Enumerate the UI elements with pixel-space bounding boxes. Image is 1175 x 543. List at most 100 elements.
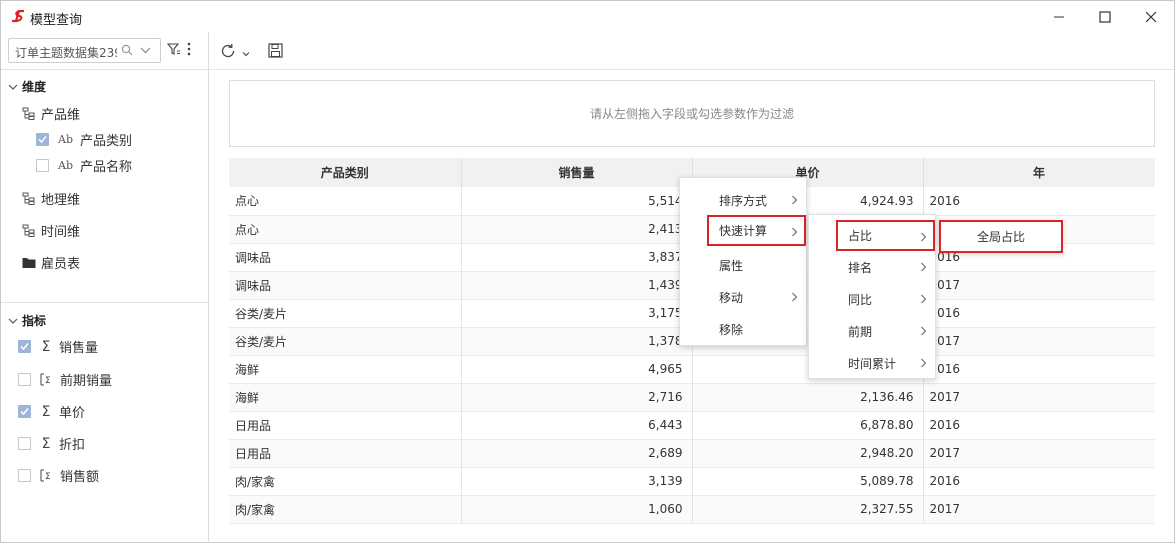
checkbox[interactable] xyxy=(18,437,31,450)
more-options-icon[interactable] xyxy=(187,42,191,59)
checkbox-checked[interactable] xyxy=(18,340,31,353)
table-cell[interactable]: 2017 xyxy=(923,327,1155,356)
menu-item-remove[interactable]: 移除 xyxy=(680,313,806,345)
table-cell[interactable]: 点心 xyxy=(229,187,462,216)
menu-item-quick-calc[interactable]: 快速计算 xyxy=(707,215,806,246)
filter-icon[interactable] xyxy=(166,42,181,59)
table-cell[interactable]: 2017 xyxy=(923,383,1155,412)
table-cell[interactable]: 2,948.20 xyxy=(692,439,924,468)
table-cell[interactable]: 日用品 xyxy=(229,411,462,440)
menu-item-sort[interactable]: 排序方式 xyxy=(680,184,806,216)
measure-item-unit-price[interactable]: Σ 单价 xyxy=(18,402,85,421)
table-row[interactable]: 肉/家禽 3,139 5,089.78 2016 xyxy=(229,467,1155,496)
chevron-right-icon xyxy=(791,226,798,240)
table-cell[interactable]: 调味品 xyxy=(229,243,462,272)
table-row[interactable]: 海鲜 4,965 2016 xyxy=(229,355,1155,384)
measure-item-prev-qty[interactable]: Σ 前期销量 xyxy=(18,370,112,389)
field-label: 产品类别 xyxy=(80,134,133,149)
measures-section-header[interactable]: 指标 xyxy=(8,312,46,329)
close-button[interactable] xyxy=(1128,1,1174,32)
checkbox-checked[interactable] xyxy=(36,133,49,146)
menu-item-label: 全局占比 xyxy=(976,230,1025,244)
table-cell[interactable]: 2,327.55 xyxy=(692,495,924,524)
table-cell[interactable]: 2016 xyxy=(923,187,1155,216)
menu-item-properties[interactable]: 属性 xyxy=(680,249,806,281)
chevron-down-icon[interactable] xyxy=(242,47,250,61)
table-cell[interactable]: 肉/家禽 xyxy=(229,495,462,524)
column-header[interactable]: 年 xyxy=(923,158,1155,187)
table-row[interactable]: 日用品 2,689 2,948.20 2017 xyxy=(229,439,1155,468)
field-item-product-name[interactable]: Ab 产品名称 xyxy=(36,156,132,175)
search-icon[interactable] xyxy=(121,44,133,59)
table-cell[interactable]: 5,089.78 xyxy=(692,467,924,496)
tree-item-product-dim[interactable]: 产品维 xyxy=(22,104,80,123)
table-cell[interactable]: 点心 xyxy=(229,215,462,244)
table-cell[interactable]: 3,139 xyxy=(461,467,693,496)
checkbox[interactable] xyxy=(18,469,31,482)
table-row[interactable]: 日用品 6,443 6,878.80 2016 xyxy=(229,411,1155,440)
table-cell[interactable]: 2017 xyxy=(923,495,1155,524)
column-header[interactable]: 产品类别 xyxy=(229,158,462,187)
table-cell[interactable]: 2016 xyxy=(923,411,1155,440)
table-cell[interactable]: 2017 xyxy=(923,439,1155,468)
save-icon[interactable] xyxy=(268,43,283,61)
measure-label: 前期销量 xyxy=(60,374,113,389)
menu-item-label: 时间累计 xyxy=(848,356,897,371)
sigma-icon: Σ xyxy=(41,435,51,452)
tree-item-time-dim[interactable]: 时间维 xyxy=(22,221,80,240)
field-item-product-category[interactable]: Ab 产品类别 xyxy=(36,130,132,149)
table-row[interactable]: 肉/家禽 1,060 2,327.55 2017 xyxy=(229,495,1155,524)
table-cell[interactable]: 2016 xyxy=(923,355,1155,384)
table-cell[interactable]: 谷类/麦片 xyxy=(229,327,462,356)
dimensions-section-header[interactable]: 维度 xyxy=(8,78,46,95)
title-bar: 模型查询 xyxy=(1,1,1174,32)
table-row[interactable]: 海鲜 2,716 2,136.46 2017 xyxy=(229,383,1155,412)
table-cell[interactable]: 2,413 xyxy=(461,215,693,244)
table-cell[interactable]: 2,716 xyxy=(461,383,693,412)
chevron-down-icon[interactable] xyxy=(140,45,151,59)
menu-item-rank[interactable]: 排名 xyxy=(809,251,935,283)
menu-item-cumulative[interactable]: 时间累计 xyxy=(809,347,935,379)
tree-item-geo-dim[interactable]: 地理维 xyxy=(22,189,80,208)
table-cell[interactable]: 2,689 xyxy=(461,439,693,468)
menu-item-global-ratio[interactable]: 全局占比 xyxy=(939,220,1063,253)
filter-drop-zone[interactable]: 请从左侧拖入字段或勾选参数作为过滤 xyxy=(229,80,1155,147)
table-cell[interactable]: 日用品 xyxy=(229,439,462,468)
table-cell[interactable]: 3,837 xyxy=(461,243,693,272)
table-cell[interactable]: 6,443 xyxy=(461,411,693,440)
column-header[interactable]: 销售量 xyxy=(461,158,693,187)
table-cell[interactable]: 2017 xyxy=(923,271,1155,300)
checkbox-checked[interactable] xyxy=(18,405,31,418)
table-cell[interactable]: 2,136.46 xyxy=(692,383,924,412)
table-cell[interactable]: 6,878.80 xyxy=(692,411,924,440)
table-cell[interactable]: 5,514 xyxy=(461,187,693,216)
checkbox[interactable] xyxy=(18,373,31,386)
menu-item-ratio[interactable]: 占比 xyxy=(836,220,935,251)
checkbox[interactable] xyxy=(36,159,49,172)
table-cell[interactable]: 调味品 xyxy=(229,271,462,300)
chevron-right-icon xyxy=(920,231,927,245)
table-cell[interactable]: 2016 xyxy=(923,299,1155,328)
table-cell[interactable]: 1,378 xyxy=(461,327,693,356)
tree-item-employee-table[interactable]: 雇员表 xyxy=(22,253,80,272)
table-cell[interactable]: 4,965 xyxy=(461,355,693,384)
table-cell[interactable]: 肉/家禽 xyxy=(229,467,462,496)
table-cell[interactable]: 2016 xyxy=(923,467,1155,496)
datasource-select[interactable]: 订单主题数据集239 xyxy=(8,38,161,63)
menu-item-previous[interactable]: 前期 xyxy=(809,315,935,347)
table-cell[interactable]: 谷类/麦片 xyxy=(229,299,462,328)
table-cell[interactable]: 1,439 xyxy=(461,271,693,300)
measure-item-discount[interactable]: Σ 折扣 xyxy=(18,434,85,453)
menu-item-label: 占比 xyxy=(848,229,873,243)
maximize-button[interactable] xyxy=(1082,1,1128,32)
menu-item-move[interactable]: 移动 xyxy=(680,281,806,313)
minimize-button[interactable] xyxy=(1036,1,1082,32)
menu-item-yoy[interactable]: 同比 xyxy=(809,283,935,315)
table-cell[interactable]: 海鲜 xyxy=(229,355,462,384)
table-cell[interactable]: 海鲜 xyxy=(229,383,462,412)
table-cell[interactable]: 1,060 xyxy=(461,495,693,524)
measure-item-sales-amount[interactable]: Σ 销售额 xyxy=(18,466,99,485)
measure-item-sales-qty[interactable]: Σ 销售量 xyxy=(18,337,98,356)
table-cell[interactable]: 3,175 xyxy=(461,299,693,328)
refresh-icon[interactable] xyxy=(220,43,236,62)
